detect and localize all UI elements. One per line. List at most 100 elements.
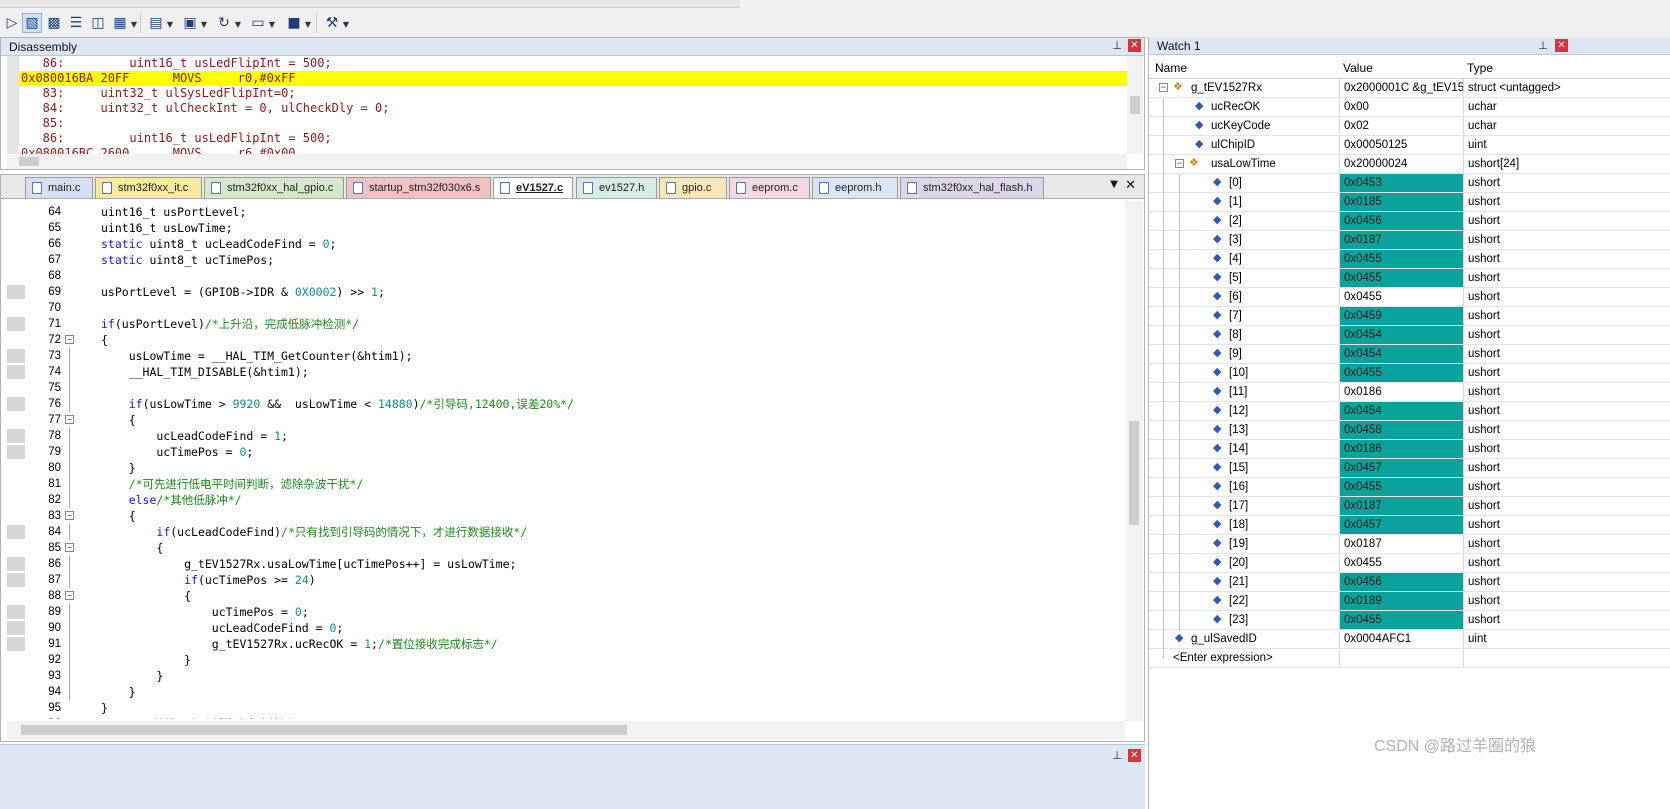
watch-row-member[interactable]: ◆ ulChipID 0x00050125 uint [1149,136,1670,155]
watch-value[interactable]: 0x0456 [1339,573,1463,591]
tab-main-c[interactable]: main.c [25,177,93,198]
breakpoint-gutter[interactable] [7,589,25,603]
column-header-name[interactable]: Name [1155,61,1187,75]
code-line[interactable]: 92 } [7,652,1125,668]
code-line[interactable]: 74 __HAL_TIM_DISABLE(&htim1); [7,364,1125,380]
code-line[interactable]: 90 ucLeadCodeFind = 0; [7,620,1125,636]
watch-value[interactable]: 0x0453 [1339,174,1463,192]
fold-toggle-icon[interactable]: − [65,543,74,552]
watch-value[interactable]: 0x02 [1339,117,1463,135]
watch-value[interactable]: 0x0458 [1339,421,1463,439]
watch-row-element[interactable]: ◆ [18] 0x0457 ushort [1149,516,1670,535]
column-header-value[interactable]: Value [1343,61,1373,75]
breakpoint-gutter[interactable] [7,461,25,475]
watch-value[interactable]: 0x0186 [1339,383,1463,401]
editor-vertical-scrollbar[interactable] [1125,201,1143,721]
watch-value[interactable]: 0x0454 [1339,345,1463,363]
memory-window-icon[interactable]: ▤ [146,13,166,33]
close-icon[interactable]: ✕ [1128,749,1141,762]
scrollbar-thumb[interactable] [1130,96,1140,114]
system-viewer-dropdown-icon[interactable]: ▼ [304,20,312,29]
code-line[interactable]: 79 ucTimePos = 0; [7,444,1125,460]
system-viewer-icon[interactable]: ■ [284,13,304,33]
trace-window-icon[interactable]: ▭ [248,13,268,33]
watch-value[interactable]: 0x0457 [1339,516,1463,534]
code-line[interactable]: 83− { [7,508,1125,524]
breakpoint-gutter[interactable] [7,317,25,331]
disassembly-line[interactable]: 84: uint32_t ulCheckInt = 0, ulCheckDly … [19,101,1127,116]
watch-dropdown-icon[interactable]: ▼ [130,20,138,29]
watch-row-element[interactable]: ◆ [21] 0x0456 ushort [1149,573,1670,592]
expand-toggle-icon[interactable]: − [1175,159,1184,168]
breakpoint-gutter[interactable] [7,685,25,699]
watch-row-root[interactable]: − ❖ g_tEV1527Rx 0x2000001C &g_tEV15... struc… [1149,79,1670,98]
toolbox-dropdown-icon[interactable]: ▼ [342,20,350,29]
breakpoint-gutter[interactable] [7,413,25,427]
code-line[interactable]: 78 ucLeadCodeFind = 1; [7,428,1125,444]
disassembly-line[interactable]: 86: uint16_t usLedFlipInt = 500; [19,131,1127,146]
watch-value[interactable]: 0x0454 [1339,326,1463,344]
watch-row-element[interactable]: ◆ [0] 0x0453 ushort [1149,174,1670,193]
code-line[interactable]: 67 static uint8_t ucTimePos; [7,252,1125,268]
code-line[interactable]: 85− { [7,540,1125,556]
watch-row-element[interactable]: ◆ [7] 0x0459 ushort [1149,307,1670,326]
fold-toggle-icon[interactable]: − [65,511,74,520]
pin-icon[interactable]: ⊥ [1111,749,1123,762]
breakpoint-gutter[interactable] [7,573,25,587]
watch-value[interactable]: 0x0455 [1339,288,1463,306]
code-line[interactable]: 69 usPortLevel = (GPIOB->IDR & 0X0002) >>… [7,284,1125,300]
registers-window-icon[interactable]: ☰ [66,13,86,33]
code-line[interactable]: 87 if(ucTimePos >= 24) [7,572,1125,588]
disassembly-window-icon[interactable]: ▧ [22,13,42,33]
breakpoint-gutter[interactable] [7,381,25,395]
tab-gpio-c[interactable]: gpio.c [659,177,727,198]
code-line[interactable]: 71 if(usPortLevel)/*上升沿，完成低脉冲检测*/ [7,316,1125,332]
expand-toggle-icon[interactable]: − [1159,83,1168,92]
watch-row-element[interactable]: ◆ [5] 0x0455 ushort [1149,269,1670,288]
tab-ev1527-h[interactable]: ev1527.h [576,177,657,198]
tab-eeprom-c[interactable]: eeprom.c [729,177,810,198]
watch-row-element[interactable]: ◆ [15] 0x0457 ushort [1149,459,1670,478]
watch-value[interactable]: 0x0186 [1339,440,1463,458]
tab-ev1527-c[interactable]: eV1527.c [493,177,573,198]
watch-row-element[interactable]: ◆ [20] 0x0455 ushort [1149,554,1670,573]
disassembly-lines[interactable]: 86: uint16_t usLedFlipInt = 500; 0x080016… [7,56,1127,154]
watch-value[interactable]: 0x0187 [1339,231,1463,249]
breakpoint-gutter[interactable] [7,493,25,507]
watch-row-element[interactable]: ◆ [6] 0x0455 ushort [1149,288,1670,307]
watch-enter-expression[interactable]: <Enter expression> [1149,649,1670,668]
disassembly-line[interactable]: 86: uint16_t usLedFlipInt = 500; [19,56,1127,71]
disassembly-line[interactable]: 83: uint32_t ulSysLedFlipInt=0; [19,86,1127,101]
code-line[interactable]: 66 static uint8_t ucLeadCodeFind = 0; [7,236,1125,252]
watch-value[interactable]: 0x0185 [1339,193,1463,211]
fold-toggle-icon[interactable]: − [65,591,74,600]
watch-value[interactable]: 0x00050125 [1339,136,1463,154]
watch-row-element[interactable]: ◆ [22] 0x0189 ushort [1149,592,1670,611]
code-line[interactable]: 96 else/*下降沿，启动低脉冲宽度检测*/ [7,716,1125,719]
trace-dropdown-icon[interactable]: ▼ [268,20,276,29]
watch-row-element[interactable]: ◆ [19] 0x0187 ushort [1149,535,1670,554]
watch-value[interactable]: 0x0187 [1339,535,1463,553]
tab-eeprom-h[interactable]: eeprom.h [812,177,898,198]
code-line[interactable]: 94 } [7,684,1125,700]
code-line[interactable]: 88− { [7,588,1125,604]
watch-value[interactable]: 0x0455 [1339,269,1463,287]
current-instruction-line[interactable]: 0x080016BA 20FF MOVS r0,#0xFF [19,71,1127,86]
watch-value[interactable]: 0x0187 [1339,497,1463,515]
breakpoint-gutter[interactable] [7,221,25,235]
serial-dropdown-icon[interactable]: ▼ [200,20,208,29]
watch-value[interactable]: 0x0454 [1339,402,1463,420]
breakpoint-gutter[interactable] [7,205,25,219]
watch-value[interactable]: 0x0457 [1339,459,1463,477]
watch-row-array[interactable]: − ❖ usaLowTime 0x20000024 ushort[24] [1149,155,1670,174]
code-view[interactable]: 64 uint16_t usPortLevel; 65 uint16_t usLowT… [7,204,1125,719]
breakpoint-gutter[interactable] [7,621,25,635]
close-icon[interactable]: ✕ [1128,39,1141,52]
disassembly-line[interactable]: 85: [19,116,1127,131]
code-line[interactable]: 68 [7,268,1125,284]
watch-window-icon[interactable]: ▦ [110,13,130,33]
watch-row-element[interactable]: ◆ [14] 0x0186 ushort [1149,440,1670,459]
disassembly-line[interactable]: 0x080016BC 2600 MOVS r6,#0x00 [19,146,1127,154]
watch-row-element[interactable]: ◆ [2] 0x0456 ushort [1149,212,1670,231]
editor-horizontal-scrollbar[interactable] [7,721,1125,739]
